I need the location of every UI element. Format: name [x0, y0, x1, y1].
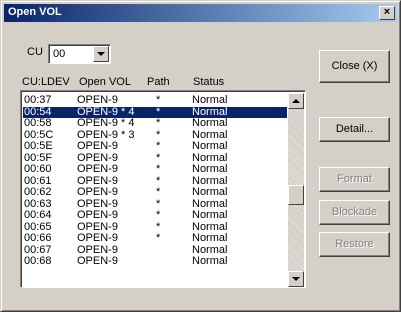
ldev-cell: 00:5E	[24, 140, 53, 152]
detail-button[interactable]: Detail...	[319, 117, 390, 142]
ldev-cell: 00:60	[24, 163, 52, 175]
path-cell: *	[156, 94, 161, 106]
list-item[interactable]: 00:37 OPEN-9 * Normal	[23, 94, 287, 107]
open-vol-cell: OPEN-9	[77, 94, 118, 106]
status-cell: Normal	[192, 232, 228, 244]
list-item[interactable]: 00:61 OPEN-9 * Normal	[23, 175, 287, 188]
list-item[interactable]: 00:62 OPEN-9 * Normal	[23, 186, 287, 199]
chevron-down-icon	[97, 52, 105, 56]
open-vol-cell: OPEN-9	[77, 255, 118, 267]
scrollbar-thumb[interactable]	[288, 185, 304, 205]
scroll-down-button[interactable]	[288, 271, 304, 287]
ldev-cell: 00:58	[24, 117, 52, 129]
path-cell: *	[156, 163, 161, 175]
list-item[interactable]: 00:60 OPEN-9 * Normal	[23, 163, 287, 176]
status-cell: Normal	[192, 209, 228, 221]
restore-button[interactable]: Restore	[319, 232, 390, 257]
cu-select[interactable]: 00	[48, 44, 111, 64]
list-item[interactable]: 00:68 OPEN-9 Normal	[23, 255, 287, 268]
status-cell: Normal	[192, 140, 228, 152]
open-vol-cell: OPEN-9	[77, 163, 118, 175]
column-header-status: Status	[193, 76, 225, 88]
column-header-open-vol: Open VOL	[79, 76, 131, 88]
open-vol-cell: OPEN-9	[77, 140, 118, 152]
status-cell: Normal	[192, 163, 228, 175]
list-item[interactable]: 00:5C OPEN-9 * 3 * Normal	[23, 129, 287, 142]
open-vol-cell: OPEN-9	[77, 209, 118, 221]
cu-select-value: 00	[53, 48, 66, 60]
ldev-cell: 00:62	[24, 186, 52, 198]
open-vol-list[interactable]: 00:37 OPEN-9 * Normal 00:54 OPEN-9 * 4 * Normal…	[20, 90, 306, 288]
cu-label: CU	[27, 46, 43, 58]
status-cell: Normal	[192, 255, 228, 267]
arrow-down-icon	[292, 277, 300, 281]
open-vol-cell: OPEN-9 * 4	[77, 117, 135, 129]
ldev-cell: 00:37	[24, 94, 52, 106]
list-item[interactable]: 00:54 OPEN-9 * 4 * Normal	[23, 106, 287, 118]
column-header-path: Path	[147, 76, 170, 88]
title-bar: Open VOL ×	[4, 4, 397, 22]
list-item[interactable]: 00:66 OPEN-9 * Normal	[23, 232, 287, 245]
format-button[interactable]: Format	[319, 167, 390, 192]
list-item[interactable]: 00:67 OPEN-9 Normal	[23, 244, 287, 257]
status-cell: Normal	[192, 186, 228, 198]
ldev-cell: 00:68	[24, 255, 52, 267]
open-vol-dialog: Open VOL × CU 00 CU:LDEV Open VOL Path S…	[0, 0, 401, 312]
scroll-up-button[interactable]	[288, 93, 304, 109]
list-item[interactable]: 00:63 OPEN-9 * Normal	[23, 198, 287, 211]
blockade-button[interactable]: Blockade	[319, 200, 390, 225]
ldev-cell: 00:64	[24, 209, 52, 221]
ldev-cell: 00:66	[24, 232, 52, 244]
cu-dropdown-button[interactable]	[93, 46, 109, 62]
path-cell: *	[156, 140, 161, 152]
list-item[interactable]: 00:5F OPEN-9 * Normal	[23, 152, 287, 165]
open-vol-cell: OPEN-9	[77, 232, 118, 244]
list-item[interactable]: 00:64 OPEN-9 * Normal	[23, 209, 287, 222]
path-cell: *	[156, 186, 161, 198]
path-cell: *	[156, 117, 161, 129]
status-cell: Normal	[192, 117, 228, 129]
vertical-scrollbar[interactable]	[288, 93, 304, 287]
status-cell: Normal	[192, 94, 228, 106]
column-header-ldev: CU:LDEV	[22, 76, 70, 88]
close-button[interactable]: Close (X)	[319, 50, 390, 83]
list-item[interactable]: 00:65 OPEN-9 * Normal	[23, 221, 287, 234]
path-cell: *	[156, 209, 161, 221]
arrow-up-icon	[292, 99, 300, 103]
open-vol-cell: OPEN-9	[77, 186, 118, 198]
window-title: Open VOL	[8, 6, 62, 18]
list-item[interactable]: 00:5E OPEN-9 * Normal	[23, 140, 287, 153]
list-rows: 00:37 OPEN-9 * Normal 00:54 OPEN-9 * 4 * Normal…	[23, 94, 287, 268]
list-item[interactable]: 00:58 OPEN-9 * 4 * Normal	[23, 117, 287, 130]
close-window-button[interactable]: ×	[379, 6, 395, 20]
path-cell: *	[156, 232, 161, 244]
